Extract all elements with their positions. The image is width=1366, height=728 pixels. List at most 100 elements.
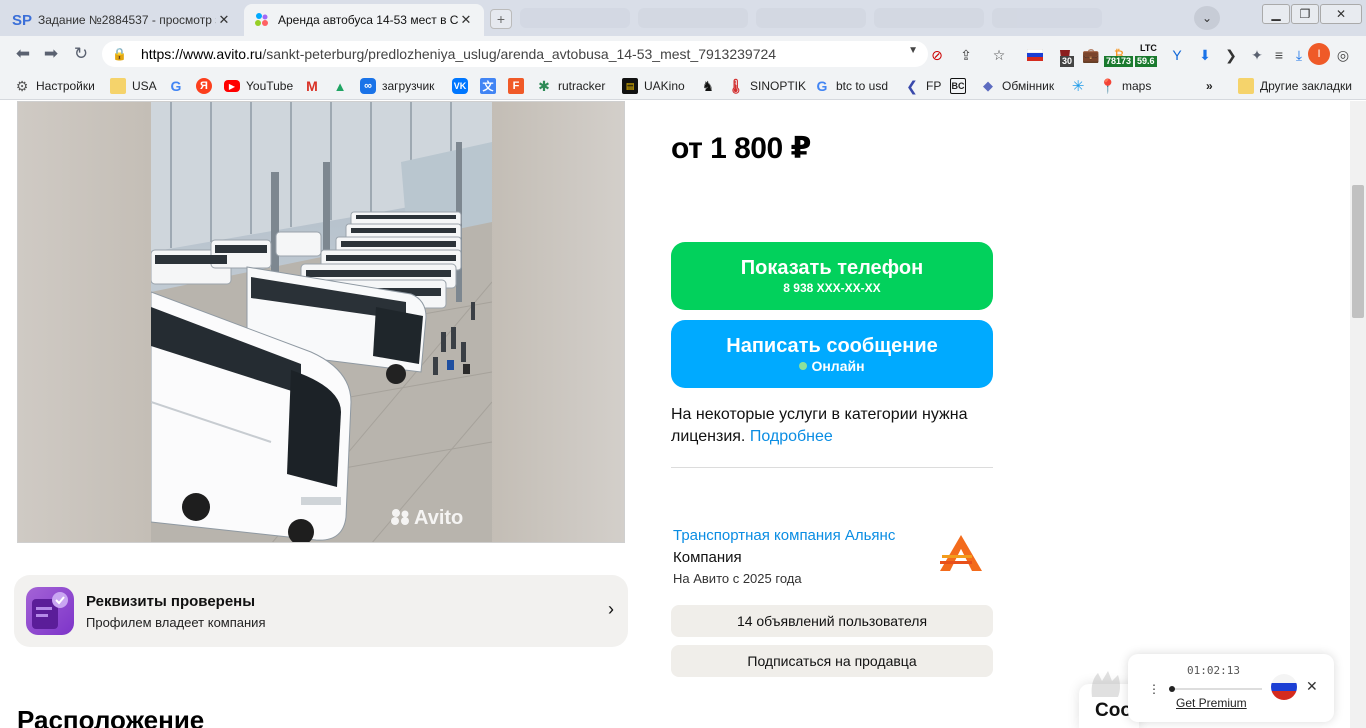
translate-icon: 文	[480, 78, 496, 94]
close-icon[interactable]: ✕	[216, 12, 232, 28]
bookmark-yandex[interactable]: Я	[196, 78, 218, 94]
profile-avatar[interactable]: I	[1308, 43, 1330, 65]
address-bar[interactable]: 🔒 https://www.avito.ru/sankt-peterburg/p…	[102, 41, 928, 67]
bookmarks-bar: ⚙ Настройки USA G Я ▶ YouTube M ▲ ∞ загрузч…	[0, 72, 1366, 100]
bookmark-translate[interactable]: 文	[480, 78, 502, 94]
bookmark-drive[interactable]: ▲	[332, 78, 354, 94]
bookmark-exchange[interactable]: ◆ Обмінник	[980, 78, 1054, 94]
more-vertical-icon[interactable]: ⋮	[1148, 682, 1160, 696]
seller-since: На Авито с 2025 года	[673, 571, 802, 586]
license-notice: На некоторые услуги в категории нужна ли…	[671, 406, 968, 445]
gear-icon: ⚙	[15, 77, 29, 94]
gallery-blur-right	[490, 102, 624, 542]
write-message-button[interactable]: Написать сообщение Онлайн	[671, 320, 993, 388]
bookmark-btc-to-usd[interactable]: Gbtc to usd	[814, 78, 888, 94]
verified-subtitle: Профилем владеет компания	[86, 615, 266, 630]
seller-logo-icon[interactable]	[938, 533, 984, 573]
russian-flag-icon[interactable]	[1026, 46, 1044, 64]
reload-icon[interactable]: ↻	[70, 44, 92, 64]
seller-name-link[interactable]: Транспортная компания Альянс	[673, 527, 895, 544]
player-time: 01:02:13	[1187, 664, 1240, 677]
extension-globe-icon[interactable]: ◎	[1334, 46, 1352, 64]
bookmark-chess[interactable]: ♞	[700, 78, 722, 94]
bookmark-loader[interactable]: ∞ загрузчик	[360, 78, 434, 94]
photo-gallery[interactable]: Avito	[17, 101, 625, 543]
sinoptik-icon: 🌡	[727, 77, 745, 94]
bookmark-usa[interactable]: USA	[110, 78, 157, 94]
dropdown-icon[interactable]: ▼	[908, 45, 918, 56]
bookmark-kyivstar[interactable]: ✳	[1070, 78, 1092, 95]
phone-number-masked: 8 938 XXX-XX-XX	[783, 281, 881, 295]
back-arrow-icon[interactable]: ⬅	[12, 44, 34, 64]
extension-badge: 30	[1060, 56, 1075, 67]
forward-arrow-icon[interactable]: ➡	[40, 44, 62, 64]
bookmark-f[interactable]: F	[508, 78, 530, 94]
new-tab-button[interactable]: +	[490, 9, 512, 29]
download-box-icon[interactable]: ⬇	[1196, 46, 1214, 64]
bookmark-youtube[interactable]: ▶ YouTube	[224, 78, 293, 94]
bookmark-sinoptik[interactable]: 🌡 SINOPTIK	[727, 77, 806, 94]
tab-search-button[interactable]: ⌄	[1194, 6, 1220, 30]
terminal-icon[interactable]: ❯	[1222, 46, 1240, 64]
subscribe-seller-button[interactable]: Подписаться на продавца	[671, 645, 993, 677]
location-heading: Расположение	[17, 705, 205, 728]
background-tabs	[520, 8, 1120, 30]
exchange-icon: ◆	[983, 78, 993, 93]
bookmark-gmail[interactable]: M	[304, 78, 326, 94]
tab-avito[interactable]: Аренда автобуса 14-53 мест в Са ✕	[244, 4, 484, 36]
share-icon[interactable]: ⇪	[957, 46, 975, 64]
bus-photo[interactable]	[151, 102, 492, 542]
loader-icon: ∞	[360, 78, 376, 94]
write-message-label: Написать сообщение	[726, 335, 938, 357]
chess-icon: ♞	[701, 77, 715, 94]
scrollbar-thumb[interactable]	[1352, 185, 1364, 318]
divider	[671, 467, 993, 468]
tab-title: Задание №2884537 - просмотр з	[38, 13, 216, 27]
maximize-button[interactable]: ❐	[1291, 4, 1319, 24]
show-phone-button[interactable]: Показать телефон 8 938 XXX-XX-XX	[671, 242, 993, 310]
bookmark-fp[interactable]: ❮ FP	[904, 78, 941, 94]
download-icon[interactable]: ⤓	[1290, 46, 1308, 64]
y-extension-icon[interactable]: Y	[1168, 46, 1186, 64]
player-progress-handle[interactable]	[1169, 686, 1175, 692]
briefcase-icon[interactable]: 💼	[1082, 46, 1100, 64]
bookmark-settings[interactable]: ⚙ Настройки	[14, 78, 95, 94]
bookmark-maps[interactable]: 📍 maps	[1099, 77, 1151, 94]
player-progress-track[interactable]	[1170, 688, 1262, 690]
page-viewport: Avito Реквизиты проверены Профилем владе…	[0, 101, 1350, 728]
more-bookmarks-button[interactable]: »	[1206, 78, 1213, 94]
google-icon: G	[816, 78, 828, 94]
bookmark-vk[interactable]: VK	[452, 78, 474, 94]
bookmark-rutracker[interactable]: ✱ rutracker	[536, 78, 605, 94]
verified-requisites-card[interactable]: Реквизиты проверены Профилем владеет ком…	[14, 575, 628, 647]
gallery-blur-left	[18, 102, 151, 542]
bookmark-uakino[interactable]: ▤ UAKino	[622, 78, 685, 94]
star-icon[interactable]: ☆	[990, 46, 1008, 64]
tab-task[interactable]: SP Задание №2884537 - просмотр з ✕	[4, 4, 242, 36]
minimize-button[interactable]: ▁	[1262, 4, 1290, 24]
bookmark-google[interactable]: G	[168, 78, 190, 94]
bookmark-bc[interactable]: BC	[950, 78, 972, 94]
extension-badge: 78173	[1104, 56, 1134, 67]
more-info-link[interactable]: Подробнее	[750, 428, 833, 445]
other-bookmarks-folder[interactable]: Другие закладки	[1238, 78, 1352, 94]
get-premium-link[interactable]: Get Premium	[1176, 696, 1247, 710]
russian-flag-icon[interactable]	[1271, 674, 1297, 700]
yandex-icon: Я	[196, 78, 212, 94]
window-close-button[interactable]: ✕	[1320, 4, 1362, 24]
blocked-icon[interactable]: ⊘	[928, 46, 946, 64]
media-list-icon[interactable]: ≡	[1270, 46, 1288, 64]
kyivstar-icon: ✳	[1071, 78, 1085, 95]
audio-player-widget: 01:02:13 ⋮ Get Premium ✕	[1128, 654, 1334, 722]
avito-dots-icon	[254, 12, 270, 28]
puzzle-icon[interactable]: ✦	[1248, 46, 1266, 64]
close-icon[interactable]: ✕	[1306, 678, 1318, 695]
fp-icon: ❮	[906, 77, 918, 94]
show-phone-label: Показать телефон	[740, 257, 924, 279]
close-icon[interactable]: ✕	[458, 12, 474, 28]
folder-icon	[110, 78, 126, 94]
url-text: https://www.avito.ru/sankt-peterburg/pre…	[140, 46, 777, 62]
maps-icon: 📍	[1099, 77, 1117, 94]
user-listings-button[interactable]: 14 объявлений пользователя	[671, 605, 993, 637]
gmail-icon: M	[306, 78, 318, 94]
